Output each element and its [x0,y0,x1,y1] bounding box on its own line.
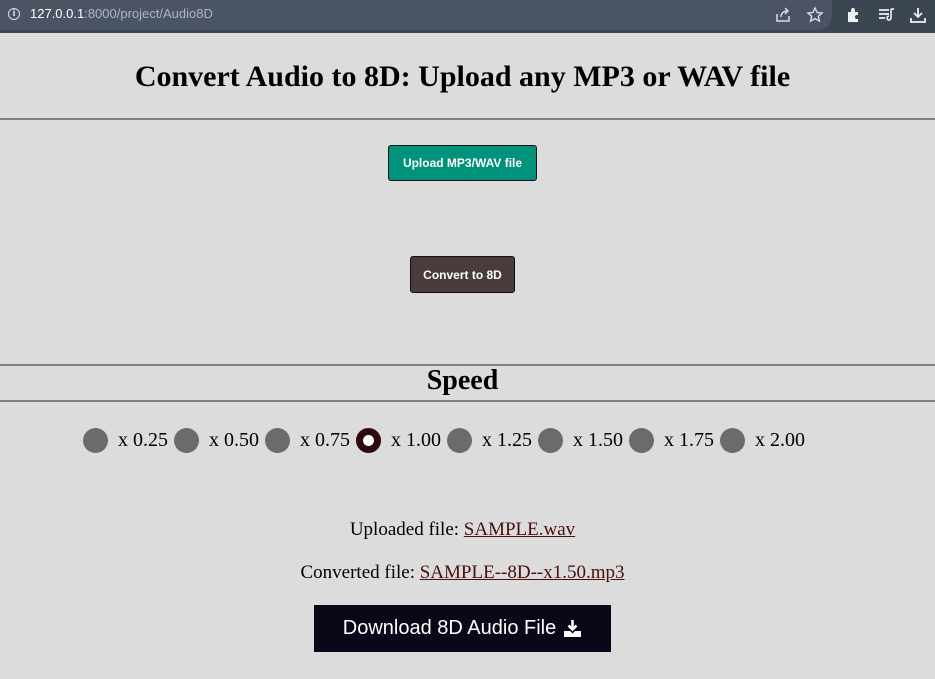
speed-option[interactable]: x 0.25 [83,427,174,453]
speed-label: x 1.75 [664,428,714,451]
star-icon[interactable] [806,6,824,24]
divider [0,400,935,402]
url-path: :8000/project/Audio8D [84,6,213,21]
speed-label: x 0.75 [300,428,350,451]
speed-option[interactable]: x 1.75 [629,427,720,453]
url-text[interactable]: 127.0.0.1:8000/project/Audio8D [30,6,213,21]
extensions-icon[interactable] [845,6,863,24]
uploaded-file-line: Uploaded file: SAMPLE.wav [0,519,925,541]
speed-radio[interactable] [629,427,654,453]
speed-radio[interactable] [720,427,745,453]
speed-label: x 1.25 [482,428,532,451]
convert-button[interactable]: Convert to 8D [410,256,515,293]
download-icon [564,620,582,637]
uploaded-file-link[interactable]: SAMPLE.wav [464,519,575,540]
converted-file-line: Converted file: SAMPLE--8D--x1.50.mp3 [0,562,925,584]
speed-option[interactable]: x 1.50 [538,427,629,453]
speed-radio[interactable] [447,427,472,453]
browser-toolbar: i 127.0.0.1:8000/project/Audio8D [0,0,935,33]
speed-radio-group: x 0.25 x 0.50 x 0.75 x 1.00 x 1.25 x 1.50 x 1.… [83,426,811,454]
uploaded-file-label: Uploaded file: [349,519,464,540]
download-icon[interactable] [909,6,927,24]
reading-list-icon[interactable] [877,6,895,24]
download-audio-label: Download 8D Audio File [342,617,557,639]
info-icon[interactable]: i [8,8,20,20]
speed-radio[interactable] [83,427,108,453]
speed-heading: Speed [426,365,499,396]
address-bar[interactable]: i 127.0.0.1:8000/project/Audio8D [0,0,832,30]
speed-option[interactable]: x 1.00 [356,427,447,453]
speed-radio[interactable] [174,427,199,453]
speed-label: x 0.25 [118,428,168,451]
speed-radio[interactable] [356,427,381,453]
speed-label: x 2.00 [755,428,805,451]
speed-radio[interactable] [538,427,563,453]
converted-file-label: Converted file: [300,562,420,583]
speed-radio[interactable] [265,427,290,453]
speed-label: x 0.50 [209,428,259,451]
speed-option[interactable]: x 0.50 [174,427,265,453]
divider [0,118,935,120]
speed-option[interactable]: x 1.25 [447,427,538,453]
converted-file-link[interactable]: SAMPLE--8D--x1.50.mp3 [420,562,625,583]
speed-option[interactable]: x 0.75 [265,427,356,453]
download-audio-button[interactable]: Download 8D Audio File [314,605,611,652]
share-icon[interactable] [774,6,792,24]
speed-label: x 1.50 [573,428,623,451]
speed-option[interactable]: x 2.00 [720,427,811,453]
page-title: Convert Audio to 8D: Upload any MP3 or W… [134,60,791,93]
upload-button[interactable]: Upload MP3/WAV file [388,145,537,181]
speed-label: x 1.00 [391,428,441,451]
url-host: 127.0.0.1 [30,6,85,21]
